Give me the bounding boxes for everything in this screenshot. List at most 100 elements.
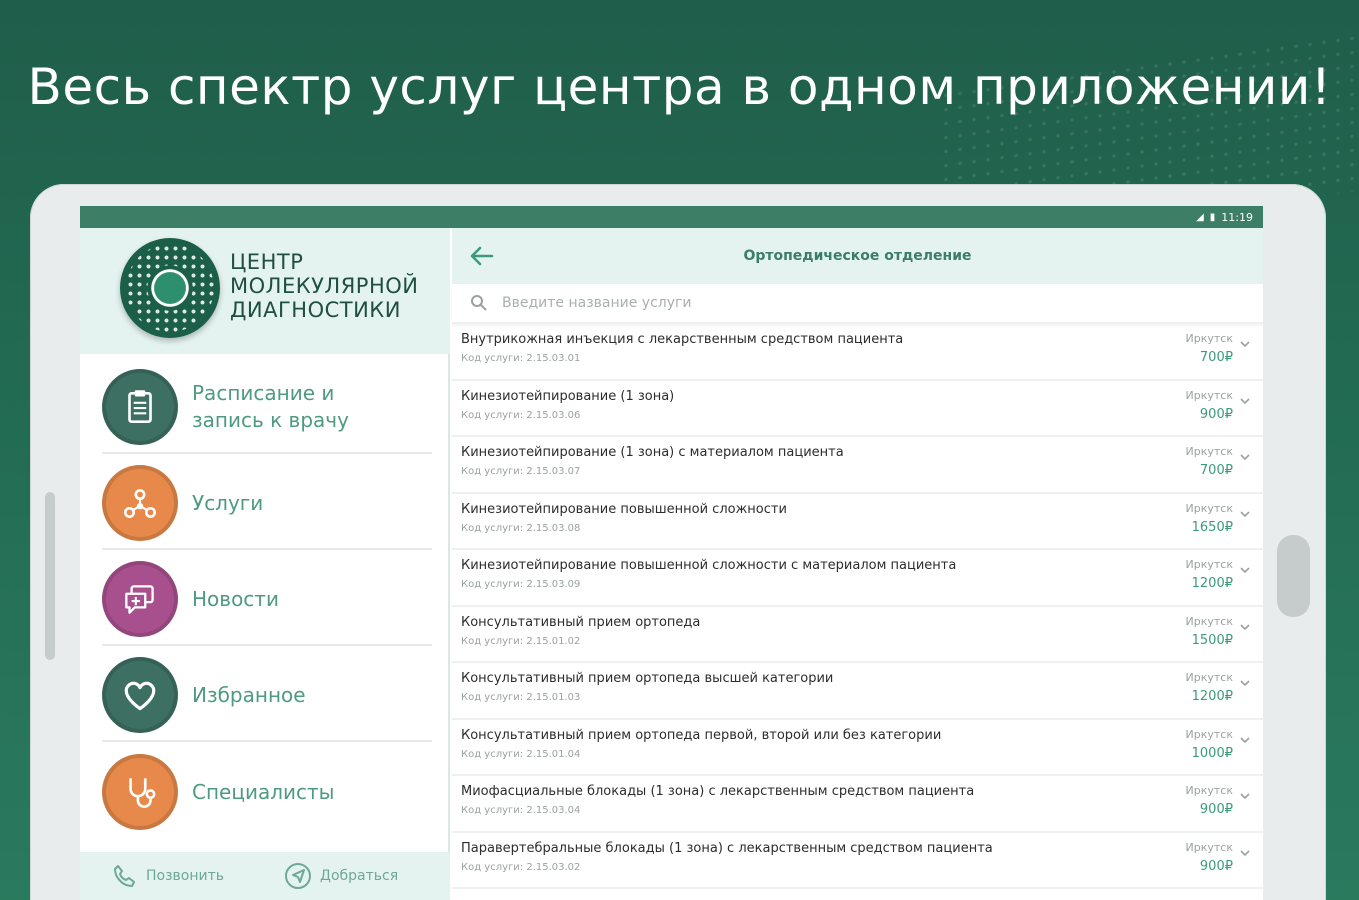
service-row[interactable]: Кинезиотейпирование (1 зона) Код услуги: … bbox=[452, 381, 1263, 437]
service-name: Консультативный прием ортопеда bbox=[461, 614, 701, 630]
news-chat-icon bbox=[102, 561, 178, 637]
service-city: Иркутск bbox=[1185, 558, 1233, 571]
service-code: Код услуги: 2.15.03.02 bbox=[461, 861, 581, 873]
navigation-drawer: ЦЕНТР МОЛЕКУЛЯРНОЙ ДИАГНОСТИКИ Расписани… bbox=[80, 228, 450, 900]
service-city: Иркутск bbox=[1185, 784, 1233, 797]
menu-item-news[interactable]: Новости bbox=[102, 554, 432, 646]
service-code: Код услуги: 2.15.03.01 bbox=[461, 353, 581, 364]
menu-item-services[interactable]: Услуги bbox=[102, 458, 432, 550]
navigation-arrow-icon bbox=[285, 863, 312, 889]
service-row[interactable]: Кинезиотейпирование повышенной сложности… bbox=[452, 494, 1263, 550]
chevron-down-icon[interactable] bbox=[1239, 451, 1251, 463]
heart-icon bbox=[102, 657, 178, 733]
menu-label-line: Расписание и bbox=[192, 381, 335, 405]
search-bar bbox=[452, 284, 1263, 324]
service-city: Иркутск bbox=[1185, 671, 1233, 684]
chevron-down-icon[interactable] bbox=[1239, 734, 1251, 746]
service-price: 1650₽ bbox=[1191, 519, 1233, 535]
chevron-down-icon[interactable] bbox=[1239, 621, 1251, 633]
service-name: Консультативный прием ортопеда высшей ка… bbox=[461, 671, 834, 686]
menu-label-line: запись к врачу bbox=[192, 408, 349, 432]
chevron-down-icon[interactable] bbox=[1239, 677, 1251, 689]
page-title: Ортопедическое отделение bbox=[743, 248, 972, 264]
service-price: 700₽ bbox=[1199, 350, 1233, 365]
search-input[interactable] bbox=[502, 295, 1102, 311]
service-row[interactable]: Миофасциальные блокады (1 зона) с лекарс… bbox=[452, 776, 1263, 833]
service-row[interactable]: Паравертебральные блокады (1 зона) с лек… bbox=[452, 833, 1263, 889]
service-code: Код услуги: 2.15.03.06 bbox=[461, 409, 581, 421]
service-row[interactable]: Внутрикожная инъекция с лекарственным ср… bbox=[452, 324, 1263, 381]
call-label: Позвонить bbox=[146, 868, 225, 884]
status-bar: ◢ ▮ 11:19 bbox=[80, 206, 1263, 228]
service-name: Кинезиотейпирование (1 зона) с материало… bbox=[461, 445, 844, 460]
route-button[interactable]: Добраться bbox=[284, 862, 398, 890]
service-city: Иркутск bbox=[1185, 388, 1233, 402]
call-button[interactable]: Позвонить bbox=[110, 862, 224, 890]
service-code: Код услуги: 2.15.01.04 bbox=[461, 748, 581, 760]
menu-item-favorites[interactable]: Избранное bbox=[102, 650, 432, 742]
tablet-side-button bbox=[45, 492, 55, 660]
service-price: 700₽ bbox=[1199, 463, 1233, 478]
chevron-down-icon[interactable] bbox=[1239, 395, 1251, 407]
service-code: Код услуги: 2.15.01.02 bbox=[461, 635, 581, 647]
menu-label: Специалисты bbox=[192, 779, 335, 804]
chevron-down-icon[interactable] bbox=[1239, 790, 1251, 802]
service-city: Иркутск bbox=[1185, 445, 1233, 458]
service-name: Кинезиотейпирование повышенной сложности… bbox=[461, 558, 957, 573]
promo-headline: Весь спектр услуг центра в одном приложе… bbox=[27, 58, 1332, 116]
menu-item-schedule[interactable]: Расписание и запись к врачу bbox=[102, 362, 432, 454]
chevron-down-icon[interactable] bbox=[1239, 564, 1251, 576]
menu-label: Расписание и запись к врачу bbox=[192, 380, 349, 434]
service-city: Иркутск bbox=[1185, 840, 1233, 854]
service-row[interactable]: Консультативный прием ортопеда Код услуги… bbox=[452, 607, 1263, 663]
drawer-header: ЦЕНТР МОЛЕКУЛЯРНОЙ ДИАГНОСТИКИ bbox=[80, 228, 450, 354]
service-city: Иркутск bbox=[1185, 332, 1233, 345]
service-price: 900₽ bbox=[1199, 406, 1233, 422]
search-icon bbox=[471, 295, 487, 311]
drawer-footer: Позвонить Добраться bbox=[80, 852, 450, 900]
service-price: 1000₽ bbox=[1191, 745, 1233, 761]
service-row[interactable]: Кинезиотейпирование повышенной сложности… bbox=[452, 550, 1263, 607]
service-code: Код услуги: 2.15.03.04 bbox=[461, 805, 581, 816]
service-name: Кинезиотейпирование повышенной сложности bbox=[461, 501, 787, 517]
chevron-down-icon[interactable] bbox=[1239, 508, 1251, 520]
service-city: Иркутск bbox=[1185, 614, 1233, 628]
service-price: 1200₽ bbox=[1191, 576, 1233, 591]
service-list: Внутрикожная инъекция с лекарственным ср… bbox=[452, 324, 1263, 889]
service-name: Паравертебральные блокады (1 зона) с лек… bbox=[461, 840, 993, 856]
clipboard-icon bbox=[102, 369, 178, 445]
back-arrow-icon[interactable] bbox=[466, 240, 498, 272]
status-time: 11:19 bbox=[1221, 210, 1253, 224]
logo-text: ЦЕНТР МОЛЕКУЛЯРНОЙ ДИАГНОСТИКИ bbox=[230, 250, 419, 322]
chevron-down-icon[interactable] bbox=[1239, 338, 1251, 350]
chevron-down-icon[interactable] bbox=[1239, 847, 1251, 859]
services-network-icon bbox=[102, 465, 178, 541]
service-name: Кинезиотейпирование (1 зона) bbox=[461, 388, 675, 404]
stethoscope-icon bbox=[102, 754, 178, 830]
menu-label: Новости bbox=[192, 586, 279, 611]
no-signal-icon: ◢ bbox=[1196, 211, 1204, 223]
service-row[interactable]: Консультативный прием ортопеда первой, в… bbox=[452, 720, 1263, 776]
service-price: 1500₽ bbox=[1191, 632, 1233, 648]
service-name: Внутрикожная инъекция с лекарственным ср… bbox=[461, 332, 904, 347]
service-price: 1200₽ bbox=[1191, 689, 1233, 704]
service-name: Миофасциальные блокады (1 зона) с лекарс… bbox=[461, 784, 975, 799]
phone-icon bbox=[114, 865, 135, 887]
menu-item-specialists[interactable]: Специалисты bbox=[102, 746, 432, 838]
tablet-screen: ◢ ▮ 11:19 ЦЕНТР МОЛЕКУЛЯРНОЙ ДИАГНОСТИКИ… bbox=[80, 206, 1263, 900]
logo-line-2: МОЛЕКУЛЯРНОЙ bbox=[230, 274, 419, 298]
service-code: Код услуги: 2.15.01.03 bbox=[461, 692, 581, 703]
menu-label: Избранное bbox=[192, 682, 306, 707]
service-name: Консультативный прием ортопеда первой, в… bbox=[461, 727, 942, 743]
service-row[interactable]: Кинезиотейпирование (1 зона) с материало… bbox=[452, 437, 1263, 494]
tablet-home-button bbox=[1277, 535, 1310, 617]
service-row[interactable]: Консультативный прием ортопеда высшей ка… bbox=[452, 663, 1263, 720]
service-code: Код услуги: 2.15.03.09 bbox=[461, 579, 581, 590]
service-code: Код услуги: 2.15.03.07 bbox=[461, 466, 581, 477]
battery-icon: ▮ bbox=[1209, 211, 1216, 223]
logo-line-3: ДИАГНОСТИКИ bbox=[230, 298, 401, 322]
service-city: Иркутск bbox=[1185, 501, 1233, 515]
services-pane: Ортопедическое отделение Внутрикожная ин… bbox=[452, 228, 1263, 900]
app-bar: Ортопедическое отделение bbox=[452, 228, 1263, 284]
service-price: 900₽ bbox=[1199, 802, 1233, 817]
